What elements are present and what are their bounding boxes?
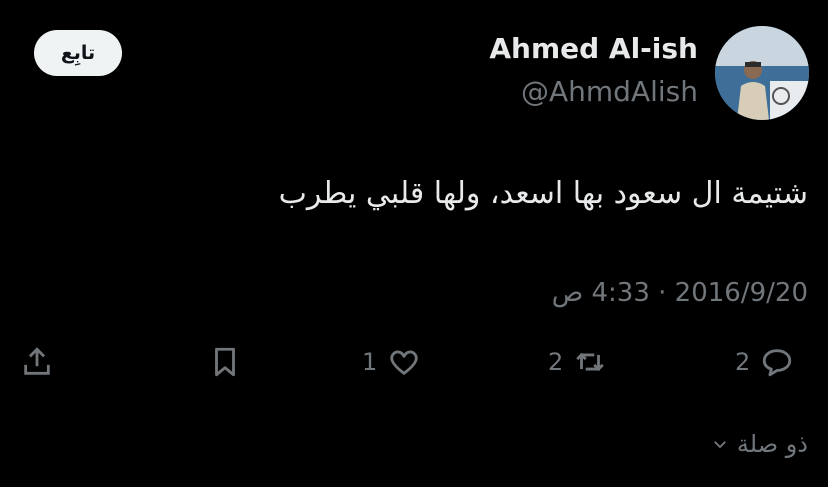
bookmark-button[interactable] [208, 340, 242, 384]
retweet-button[interactable]: 2 [548, 340, 607, 384]
reply-count: 2 [735, 348, 751, 376]
display-name[interactable]: Ahmed Al-ish [489, 32, 698, 65]
reply-icon [763, 349, 792, 377]
meta-separator: · [658, 278, 667, 308]
heart-icon [390, 350, 419, 375]
retweet-count: 2 [548, 348, 564, 376]
related-label: ذو صلة [736, 430, 808, 458]
tweet-time: 4:33 ص [551, 278, 650, 308]
avatar-photo [715, 26, 809, 120]
tweet-text: شتيمة ال سعود بها اسعد، ولها قلبي يطرب [278, 176, 808, 211]
avatar[interactable] [715, 26, 809, 120]
user-handle[interactable]: @AhmdAlish [521, 75, 698, 108]
follow-button[interactable]: تابِع [34, 30, 122, 76]
tweet-date: 2016/9/20 [674, 278, 808, 308]
retweet-icon [576, 352, 605, 372]
share-button[interactable] [20, 340, 54, 384]
related-toggle[interactable]: ذو صلة [711, 430, 808, 458]
share-icon [24, 347, 50, 375]
like-count: 1 [362, 348, 378, 376]
like-button[interactable]: 1 [362, 340, 421, 384]
bookmark-icon [215, 347, 235, 377]
tweet-timestamp[interactable]: 2016/9/20 · 4:33 ص [552, 278, 808, 308]
chevron-down-icon [713, 441, 726, 449]
reply-button[interactable]: 2 [735, 340, 794, 384]
